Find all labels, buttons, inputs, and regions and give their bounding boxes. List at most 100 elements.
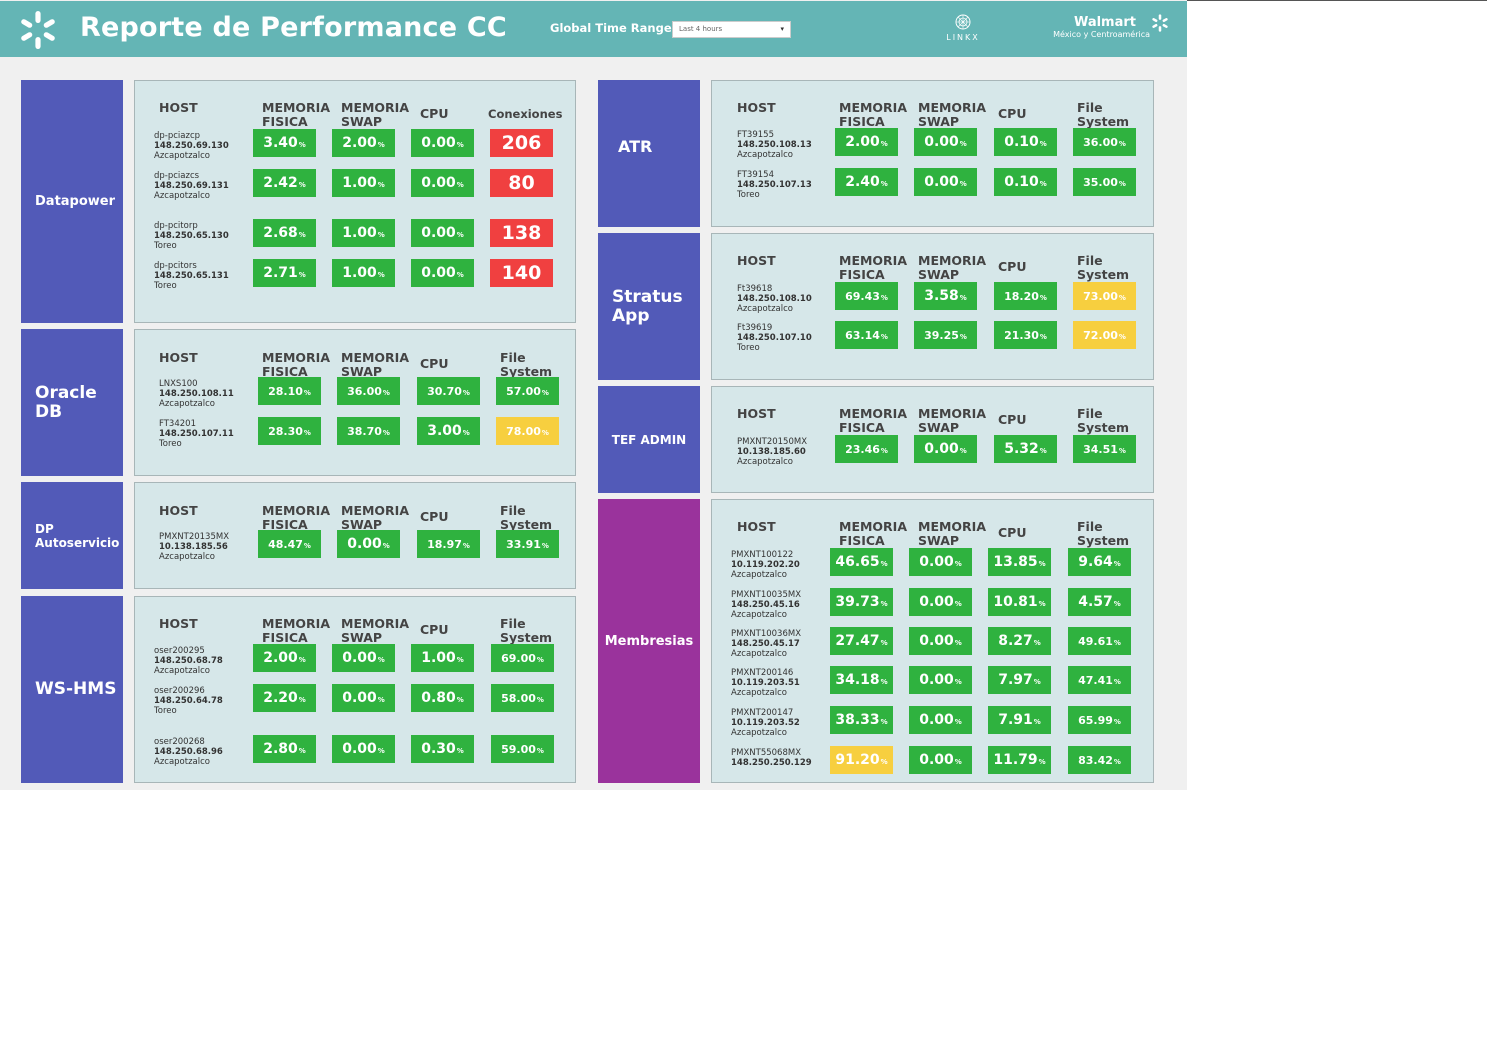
metric-file-system[interactable]: 36.00% xyxy=(1073,128,1136,156)
metric-cpu[interactable]: 7.91% xyxy=(988,706,1051,734)
metric-file-system[interactable]: 72.00% xyxy=(1073,321,1136,349)
metric-memoria-swap[interactable]: 0.00% xyxy=(332,644,395,672)
metric-cpu[interactable]: 0.00% xyxy=(411,219,474,247)
metric-memoria-fisica[interactable]: 27.47% xyxy=(830,627,893,655)
metric-memoria-fisica[interactable]: 2.40% xyxy=(835,168,898,196)
metric-memoria-fisica[interactable]: 2.42% xyxy=(253,169,316,197)
metric-cpu[interactable]: 5.32% xyxy=(994,435,1057,463)
metric-file-system[interactable]: 59.00% xyxy=(491,735,554,763)
category-ws-hms[interactable]: WS-HMS xyxy=(21,596,123,783)
host-site: Azcapotzalco xyxy=(731,728,787,738)
metric-memoria-swap[interactable]: 0.00% xyxy=(909,548,972,576)
metric-file-system[interactable]: 83.42% xyxy=(1068,746,1131,774)
metric-memoria-fisica[interactable]: 2.80% xyxy=(253,735,316,763)
metric-cpu[interactable]: 7.97% xyxy=(988,666,1051,694)
metric-memoria-swap[interactable]: 0.00% xyxy=(909,588,972,616)
metric-file-system[interactable]: 58.00% xyxy=(491,684,554,712)
metric-cpu[interactable]: 8.27% xyxy=(988,627,1051,655)
metric-memoria-fisica[interactable]: 63.14% xyxy=(835,321,898,349)
metric-memoria-swap[interactable]: 38.70% xyxy=(337,417,400,445)
metric-file-system[interactable]: 33.91% xyxy=(496,530,559,558)
category-dp-autoservicio[interactable]: DP Autoservicio xyxy=(21,482,123,589)
metric-cpu[interactable]: 18.20% xyxy=(994,282,1057,310)
metric-conexiones[interactable]: 140 xyxy=(490,259,553,287)
metric-cpu[interactable]: 1.00% xyxy=(411,644,474,672)
metric-memoria-fisica[interactable]: 3.40% xyxy=(253,129,316,157)
metric-memoria-fisica[interactable]: 48.47% xyxy=(258,530,321,558)
metric-memoria-fisica[interactable]: 91.20% xyxy=(830,746,893,774)
metric-file-system[interactable]: 65.99% xyxy=(1068,706,1131,734)
metric-memoria-fisica[interactable]: 2.00% xyxy=(835,128,898,156)
category-membresias[interactable]: Membresias xyxy=(598,499,700,783)
metric-memoria-swap[interactable]: 0.00% xyxy=(914,435,977,463)
metric-conexiones[interactable]: 80 xyxy=(490,169,553,197)
category-oracle[interactable]: Oracle DB xyxy=(21,329,123,476)
category-stratus[interactable]: Stratus App xyxy=(598,233,700,380)
metric-cpu[interactable]: 0.10% xyxy=(994,168,1057,196)
metric-cpu[interactable]: 0.10% xyxy=(994,128,1057,156)
metric-memoria-swap[interactable]: 0.00% xyxy=(909,706,972,734)
metric-memoria-swap[interactable]: 1.00% xyxy=(332,219,395,247)
metric-file-system[interactable]: 4.57% xyxy=(1068,588,1131,616)
metric-cpu[interactable]: 0.30% xyxy=(411,735,474,763)
metric-memoria-swap[interactable]: 1.00% xyxy=(332,169,395,197)
metric-file-system[interactable]: 47.41% xyxy=(1068,666,1131,694)
metric-memoria-fisica[interactable]: 28.30% xyxy=(258,417,321,445)
metric-memoria-swap[interactable]: 0.00% xyxy=(909,746,972,774)
metric-file-system[interactable]: 78.00% xyxy=(496,417,559,445)
metric-memoria-swap[interactable]: 0.00% xyxy=(332,735,395,763)
metric-memoria-fisica[interactable]: 2.71% xyxy=(253,259,316,287)
metric-memoria-fisica[interactable]: 46.65% xyxy=(830,548,893,576)
metric-memoria-fisica[interactable]: 2.20% xyxy=(253,684,316,712)
time-range-select[interactable]: Last 4 hours ▾ xyxy=(672,21,791,38)
metric-memoria-fisica[interactable]: 23.46% xyxy=(835,435,898,463)
category-atr[interactable]: ATR xyxy=(598,80,700,227)
metric-cpu[interactable]: 0.80% xyxy=(411,684,474,712)
percent-sign: % xyxy=(456,747,464,755)
metric-memoria-swap[interactable]: 0.00% xyxy=(914,168,977,196)
category-tef-admin[interactable]: TEF ADMIN xyxy=(598,386,700,493)
metric-memoria-swap[interactable]: 36.00% xyxy=(337,377,400,405)
metric-memoria-swap[interactable]: 0.00% xyxy=(909,666,972,694)
metric-memoria-swap[interactable]: 39.25% xyxy=(914,321,977,349)
metric-file-system[interactable]: 34.51% xyxy=(1073,435,1136,463)
category-datapower[interactable]: Datapower xyxy=(21,80,123,323)
metric-memoria-fisica[interactable]: 69.43% xyxy=(835,282,898,310)
metric-cpu[interactable]: 3.00% xyxy=(417,417,480,445)
metric-cpu[interactable]: 0.00% xyxy=(411,129,474,157)
metric-file-system[interactable]: 57.00% xyxy=(496,377,559,405)
metric-cpu[interactable]: 18.97% xyxy=(417,530,480,558)
metric-file-system[interactable]: 35.00% xyxy=(1073,168,1136,196)
metric-cpu[interactable]: 10.81% xyxy=(988,588,1051,616)
metric-cpu[interactable]: 11.79% xyxy=(988,746,1051,774)
metric-memoria-fisica[interactable]: 2.00% xyxy=(253,644,316,672)
metric-memoria-fisica[interactable]: 28.10% xyxy=(258,377,321,405)
metric-cpu[interactable]: 30.70% xyxy=(417,377,480,405)
metric-memoria-swap[interactable]: 0.00% xyxy=(337,530,400,558)
metric-cpu[interactable]: 0.00% xyxy=(411,169,474,197)
metric-memoria-fisica[interactable]: 39.73% xyxy=(830,588,893,616)
metric-memoria-fisica[interactable]: 34.18% xyxy=(830,666,893,694)
metric-memoria-swap[interactable]: 3.58% xyxy=(914,282,977,310)
metric-cpu[interactable]: 13.85% xyxy=(988,548,1051,576)
metric-value: 13.85 xyxy=(993,554,1038,570)
metric-cpu[interactable]: 21.30% xyxy=(994,321,1057,349)
metric-memoria-swap[interactable]: 2.00% xyxy=(332,129,395,157)
metric-file-system[interactable]: 69.00% xyxy=(491,644,554,672)
column-header-memoria-fisica: MEMORIA FISICA xyxy=(839,100,907,129)
metric-memoria-fisica[interactable]: 2.68% xyxy=(253,219,316,247)
metric-conexiones[interactable]: 206 xyxy=(490,129,553,157)
metric-file-system[interactable]: 9.64% xyxy=(1068,548,1131,576)
metric-file-system[interactable]: 73.00% xyxy=(1073,282,1136,310)
metric-memoria-swap[interactable]: 0.00% xyxy=(332,684,395,712)
metric-cpu[interactable]: 0.00% xyxy=(411,259,474,287)
metric-memoria-swap[interactable]: 0.00% xyxy=(909,627,972,655)
metric-memoria-swap[interactable]: 0.00% xyxy=(914,128,977,156)
metric-value: 2.80 xyxy=(263,741,298,757)
metric-conexiones[interactable]: 138 xyxy=(490,219,553,247)
metric-file-system[interactable]: 49.61% xyxy=(1068,627,1131,655)
percent-sign: % xyxy=(959,294,967,302)
host-site: Azcapotzalco xyxy=(159,399,215,409)
metric-memoria-fisica[interactable]: 38.33% xyxy=(830,706,893,734)
metric-memoria-swap[interactable]: 1.00% xyxy=(332,259,395,287)
